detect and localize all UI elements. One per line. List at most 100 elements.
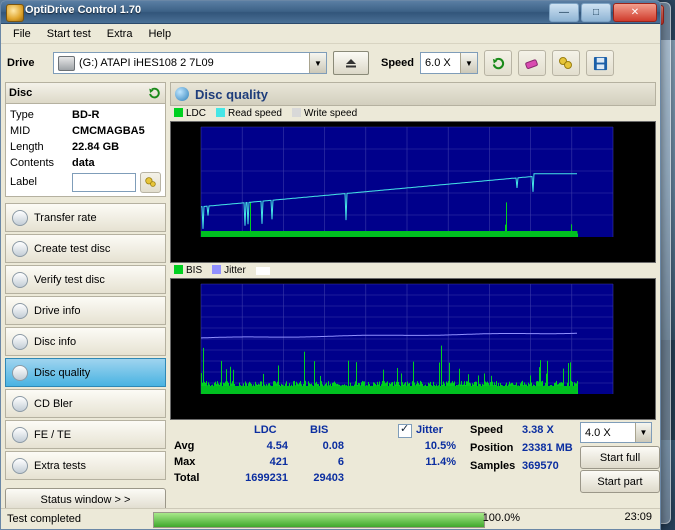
sidebar-item-cd-bler[interactable]: CD Bler: [5, 389, 166, 418]
chevron-down-icon-test-speed[interactable]: ▼: [635, 423, 651, 442]
svg-text:1 X: 1 X: [616, 219, 629, 228]
legend-jitter: Jitter: [212, 265, 246, 276]
test-speed-select[interactable]: 4.0 X ▼: [580, 422, 652, 443]
progress-label: 100.0%: [482, 512, 520, 524]
drive-select[interactable]: (G:) ATAPI iHES108 2 7L09 ▼: [53, 52, 327, 74]
stats-avg-bis: 0.08: [322, 440, 344, 452]
menu-help[interactable]: Help: [141, 26, 178, 42]
minimize-button[interactable]: —: [549, 3, 579, 22]
svg-text:7.5: 7.5: [319, 241, 331, 250]
disc-refresh-icon[interactable]: [147, 86, 162, 100]
svg-text:7.5: 7.5: [319, 398, 331, 407]
sidebar-item-disc-quality[interactable]: Disc quality: [5, 358, 166, 387]
svg-text:10.0: 10.0: [358, 241, 374, 250]
sidebar-item-extra-tests[interactable]: Extra tests: [5, 451, 166, 480]
sidebar-item-transfer-rate[interactable]: Transfer rate: [5, 203, 166, 232]
start-part-button[interactable]: Start part: [580, 470, 660, 493]
stats-samples-value: 369570: [522, 460, 559, 472]
menu-extra[interactable]: Extra: [100, 26, 140, 42]
sidebar-item-disc-info[interactable]: Disc info: [5, 327, 166, 356]
svg-text:12.5: 12.5: [399, 241, 415, 250]
disc-row-type: Type BD-R: [10, 107, 161, 123]
svg-text:3 X: 3 X: [616, 192, 629, 201]
disc-key-mid: MID: [10, 125, 31, 137]
sidebar-item-drive-info[interactable]: Drive info: [5, 296, 166, 325]
refresh-button[interactable]: [484, 50, 513, 76]
close-button[interactable]: ✕: [613, 3, 657, 22]
legend-ldc: LDC: [174, 108, 206, 119]
stats-col-ldc: LDC: [254, 424, 277, 436]
progress-fill: [154, 513, 484, 527]
sidebar-item-fe-te[interactable]: FE / TE: [5, 420, 166, 449]
legend-write-speed-label: Write speed: [303, 108, 358, 119]
svg-text:1: 1: [194, 379, 199, 388]
ldc-chart[interactable]: 0.0 2.5 5.0 7.5 10.0 12.5 15.0 17.5 20.0 22.5 25.0…: [170, 121, 656, 263]
menu-file[interactable]: File: [6, 26, 38, 42]
title-bar: OptiDrive Control 1.70 — □ ✕: [1, 1, 660, 24]
svg-text:7: 7: [194, 313, 199, 322]
svg-text:20.0: 20.0: [523, 398, 539, 407]
legend-read-speed-label: Read speed: [228, 108, 282, 119]
start-full-button[interactable]: Start full: [580, 446, 660, 469]
jitter-checkbox[interactable]: [398, 422, 412, 438]
sidebar-item-verify-test-disc[interactable]: Verify test disc: [5, 265, 166, 294]
svg-text:0.0: 0.0: [195, 241, 207, 250]
save-button[interactable]: [586, 50, 615, 76]
speed-select[interactable]: 6.0 X ▼: [420, 52, 479, 74]
eraser-button[interactable]: [518, 50, 547, 76]
svg-text:17.5: 17.5: [482, 241, 498, 250]
maximize-button[interactable]: □: [581, 3, 611, 22]
disc-panel-title: Disc: [9, 87, 33, 99]
svg-text:20%: 20%: [616, 280, 632, 289]
bullet-icon: [12, 333, 28, 350]
bullet-icon: [12, 395, 28, 412]
eject-button[interactable]: [333, 51, 369, 75]
svg-text:22.5: 22.5: [564, 398, 580, 407]
stats-row-max-label: Max: [174, 456, 196, 468]
drive-icon: [58, 55, 75, 71]
disc-row-mid: MID CMCMAGBA5: [10, 123, 161, 139]
disc-panel-header: Disc: [5, 82, 166, 104]
stats-total-ldc: 1699231: [245, 472, 288, 484]
sidebar-item-create-test-disc[interactable]: Create test disc: [5, 234, 166, 263]
disc-quality-title: Disc quality: [195, 86, 268, 102]
disc-label-tools-icon[interactable]: [140, 171, 161, 193]
chevron-down-icon-speed[interactable]: ▼: [460, 53, 478, 73]
disc-value-length: 22.84 GB: [72, 141, 120, 153]
tools-button[interactable]: [552, 50, 581, 76]
disc-label-input[interactable]: [72, 172, 136, 192]
progress-bar: 100.0%: [153, 512, 520, 528]
window-controls[interactable]: — □ ✕: [549, 3, 657, 22]
svg-text:5.0: 5.0: [278, 241, 290, 250]
stats-speed-value: 3.38 X: [522, 424, 554, 436]
sidebar-label-drive-info: Drive info: [34, 304, 81, 317]
legend-ldc-label: LDC: [186, 108, 207, 119]
stats-row-total-label: Total: [174, 472, 200, 484]
stats-col-bis: BIS: [310, 424, 329, 436]
legend-bis-label: BIS: [186, 265, 203, 276]
svg-text:15.0: 15.0: [440, 398, 456, 407]
legend-bis: BIS: [174, 265, 202, 276]
bullet-icon: [12, 240, 28, 257]
svg-text:6: 6: [194, 324, 199, 333]
menu-bar[interactable]: File Start test Extra Help: [1, 24, 660, 44]
stats-row-avg-label: Avg: [174, 440, 195, 452]
stats-max-ldc: 421: [269, 456, 288, 468]
svg-text:6 X: 6 X: [616, 151, 629, 160]
chevron-down-icon[interactable]: ▼: [309, 53, 326, 73]
svg-text:12.5: 12.5: [399, 398, 415, 407]
sidebar-label-disc-quality: Disc quality: [34, 366, 91, 379]
status-bar: Test completed 100.0% 23:09: [1, 508, 660, 529]
window-title: OptiDrive Control 1.70: [25, 4, 142, 16]
graph-pane: Disc quality LDC Read speed Write speed …: [170, 82, 660, 506]
sidebar-label-transfer-rate: Transfer rate: [34, 211, 97, 224]
stats-panel: LDC BIS Jitter Avg 4.54 0.08 10.5% Max 4…: [170, 420, 660, 496]
bis-chart[interactable]: 0.0 2.5 5.0 7.5 10.0 12.5 15.0 17.5 20.0 22.5 25.0…: [170, 278, 656, 420]
svg-text:9: 9: [194, 291, 199, 300]
stats-col-jitter: Jitter: [416, 424, 443, 436]
stats-total-bis: 29403: [313, 472, 344, 484]
legend-bottom: BIS Jitter: [170, 263, 656, 278]
bullet-icon: [12, 209, 28, 226]
menu-start-test[interactable]: Start test: [40, 26, 98, 42]
clock-label: 23:09: [624, 511, 652, 523]
